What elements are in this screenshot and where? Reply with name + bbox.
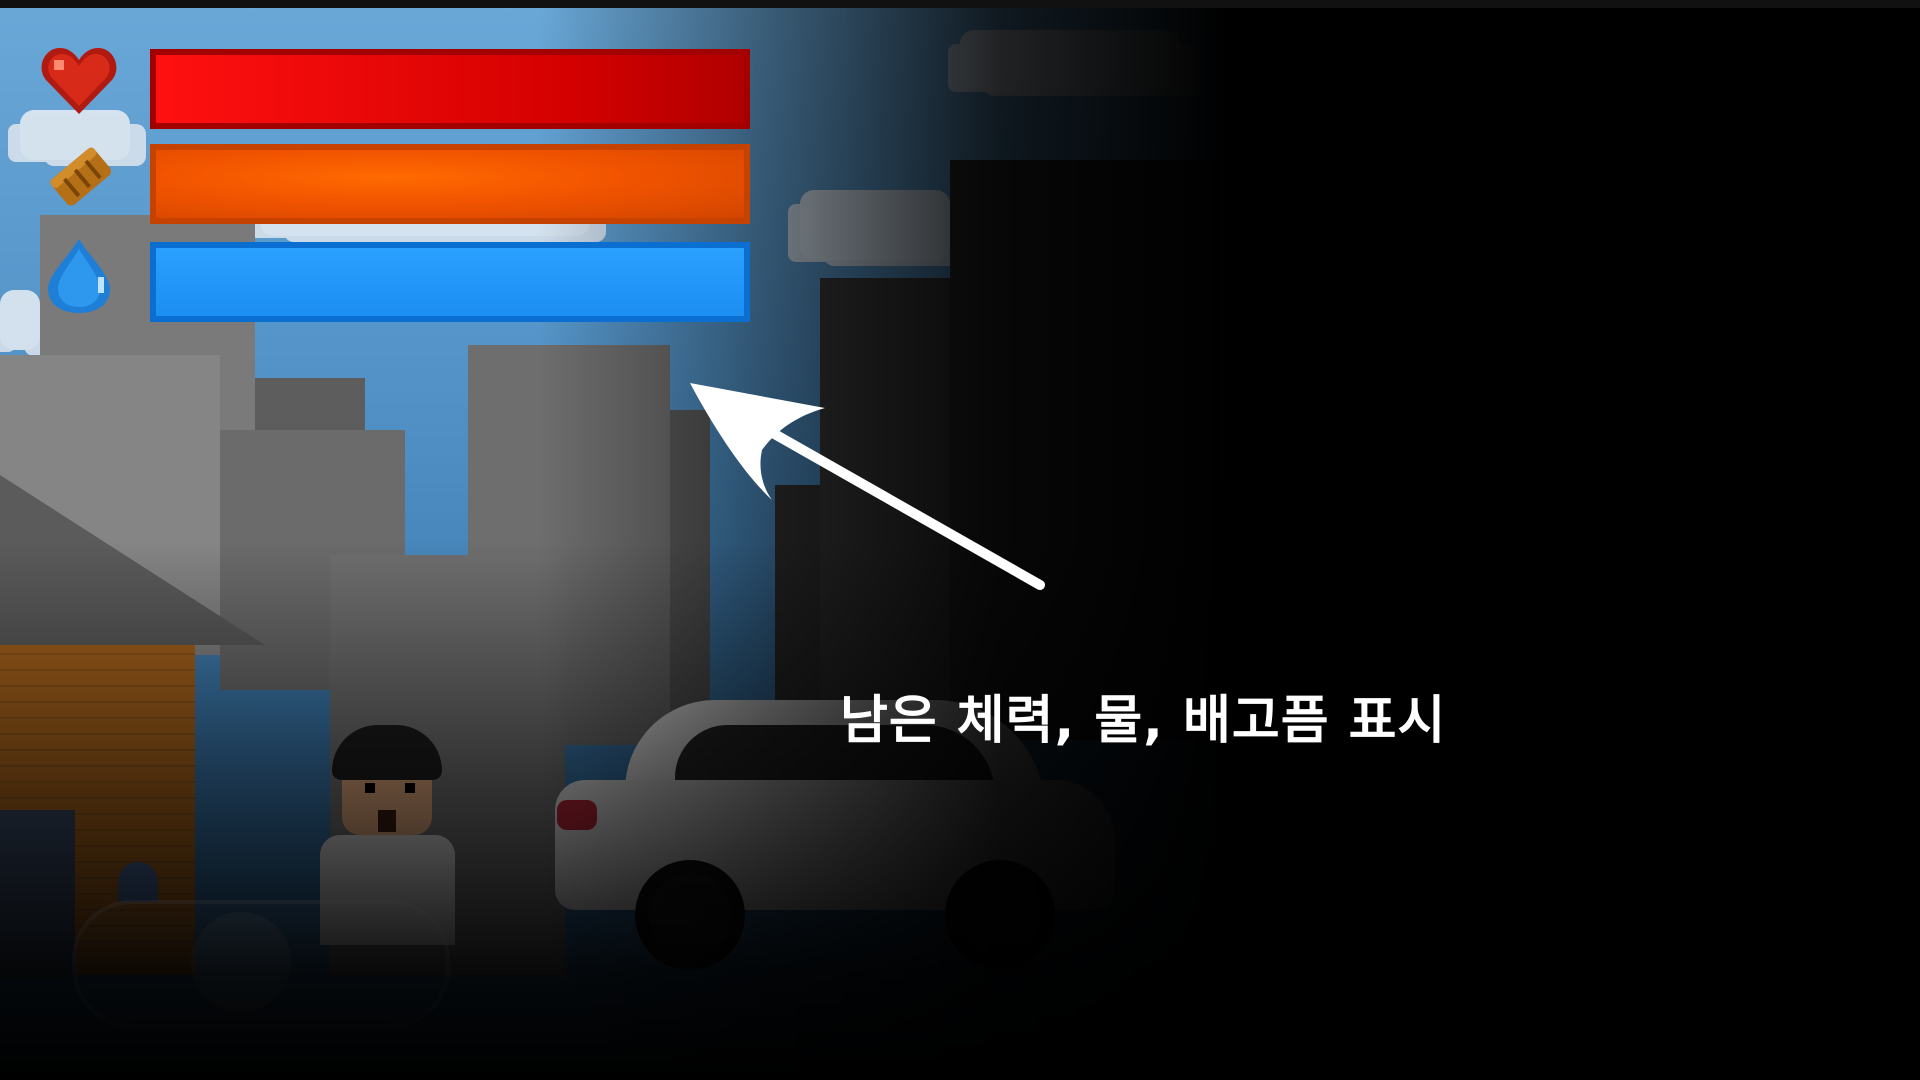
- annotation-caption: 남은 체력, 물, 배고픔 표시: [840, 691, 1447, 751]
- health-bar: [150, 49, 750, 129]
- arrow-icon: [690, 383, 1045, 590]
- joystick-knob[interactable]: [191, 912, 291, 1012]
- game-screen: 남은 체력, 물, 배고픔 표시: [0, 0, 1920, 1080]
- heart-icon: [41, 48, 117, 114]
- car-wheel: [635, 860, 745, 970]
- water-drop-icon: [48, 239, 110, 313]
- building: [255, 378, 365, 438]
- house-roof: [0, 475, 265, 645]
- bread-icon: [50, 147, 111, 206]
- house-window: [118, 862, 158, 902]
- house-door: [0, 810, 75, 980]
- player-character: [320, 725, 460, 945]
- health-bar-fill: [156, 55, 744, 123]
- character-eye: [365, 783, 375, 793]
- top-border: [0, 0, 1920, 8]
- cloud: [960, 30, 1180, 90]
- hunger-bar-fill: [156, 150, 744, 218]
- cloud: [800, 190, 950, 260]
- character-eye: [405, 783, 415, 793]
- hunger-bar: [150, 144, 750, 224]
- water-bar: [150, 242, 750, 322]
- car-tail-light: [557, 800, 597, 830]
- cloud: [0, 290, 40, 350]
- car-wheel: [945, 860, 1055, 970]
- character-hair: [332, 725, 442, 780]
- character-mouth: [378, 810, 396, 832]
- water-bar-fill: [156, 248, 744, 316]
- virtual-joystick[interactable]: [72, 900, 450, 1028]
